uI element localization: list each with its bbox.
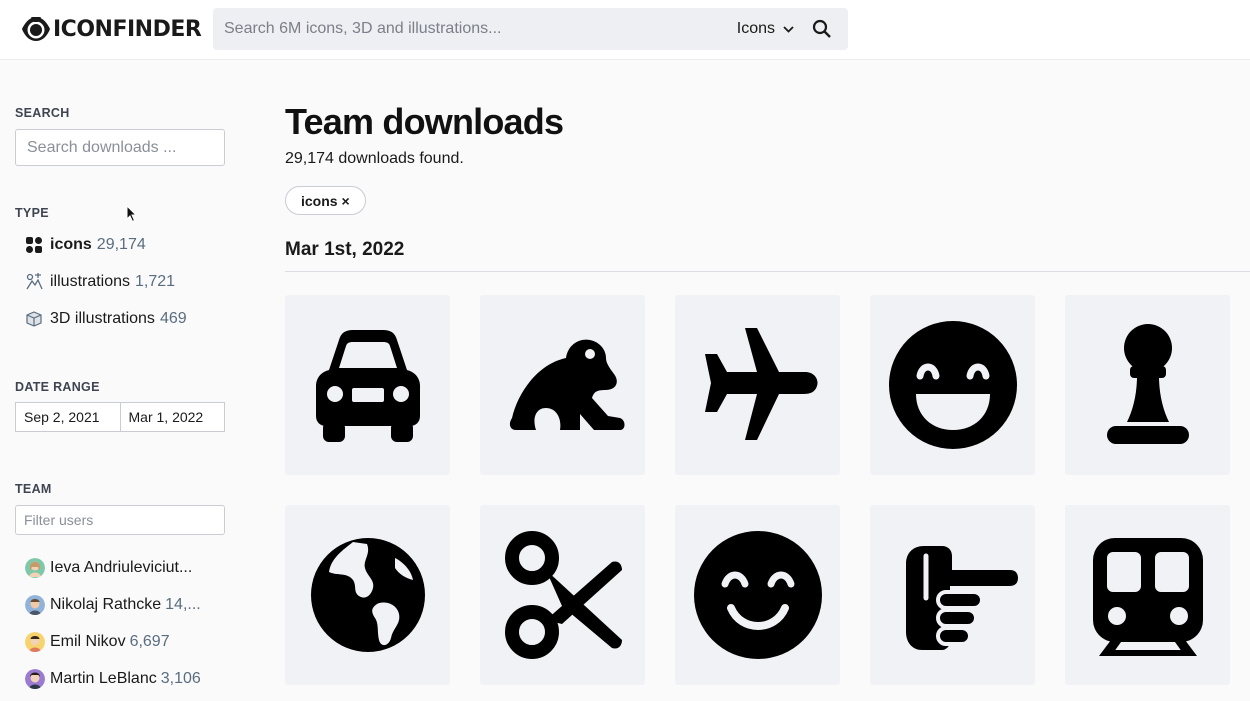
date-divider — [285, 271, 1250, 272]
car-icon — [315, 330, 420, 442]
team-section-label: TEAM — [15, 482, 52, 496]
user-name: Nikolaj Rathcke — [50, 596, 162, 613]
user-count: 6,697 — [129, 633, 170, 650]
search-downloads-input[interactable] — [15, 129, 225, 166]
grid-icon — [25, 236, 43, 254]
logo-text: ICONFINDER — [53, 16, 202, 42]
search-button[interactable] — [810, 17, 834, 41]
scissors-icon — [504, 531, 622, 659]
logo-eye-icon — [22, 17, 50, 41]
train-icon — [1092, 538, 1203, 656]
smile-face-icon — [693, 531, 822, 659]
type-label: 3D illustrations — [50, 310, 155, 327]
chess-pawn-icon — [1106, 324, 1189, 444]
icon-tile[interactable] — [675, 505, 840, 685]
top-header: ICONFINDER Icons — [0, 0, 1250, 60]
icon-tile[interactable] — [1065, 295, 1230, 475]
type-filter-icons[interactable]: icons 29,174 — [25, 236, 146, 254]
icon-tile[interactable] — [285, 505, 450, 685]
type-count: 29,174 — [96, 236, 146, 253]
date-from-field[interactable]: Sep 2, 2021 — [15, 402, 121, 432]
search-type-dropdown[interactable]: Icons — [737, 20, 794, 38]
avatar — [25, 558, 45, 578]
icon-tile[interactable] — [1065, 505, 1230, 685]
icon-tile[interactable] — [870, 295, 1035, 475]
type-label: illustrations — [50, 273, 131, 290]
icon-tile[interactable] — [675, 295, 840, 475]
team-user-item[interactable]: Nikolaj Rathcke 14,... — [25, 595, 230, 615]
user-name: Emil Nikov — [50, 633, 126, 650]
team-user-item[interactable]: Ieva Andriuleviciut... — [25, 558, 230, 578]
global-search-bar: Icons — [213, 8, 848, 50]
team-user-item[interactable]: Emil Nikov 6,697 — [25, 632, 230, 652]
icon-tile[interactable] — [480, 505, 645, 685]
plane-icon — [704, 328, 817, 440]
team-user-item[interactable]: Martin LeBlanc 3,106 — [25, 669, 230, 689]
type-count: 1,721 — [135, 273, 176, 290]
icon-tile[interactable] — [870, 505, 1035, 685]
avatar — [25, 669, 45, 689]
user-name: Ieva Andriuleviciut... — [50, 559, 193, 576]
iconfinder-logo[interactable]: ICONFINDER — [21, 14, 202, 44]
global-search-input[interactable] — [213, 8, 737, 50]
page-title: Team downloads — [285, 101, 564, 142]
search-type-label: Icons — [736, 20, 775, 37]
filter-users-input[interactable] — [15, 505, 225, 535]
search-section-label: SEARCH — [15, 106, 70, 120]
type-filter-3d-illustrations[interactable]: 3D illustrations 469 — [25, 310, 187, 328]
illustration-icon — [25, 273, 43, 291]
user-count: 3,106 — [160, 670, 201, 687]
chevron-down-icon — [783, 25, 794, 33]
date-range-section-label: DATE RANGE — [15, 380, 100, 394]
date-to-field[interactable]: Mar 1, 2022 — [120, 402, 225, 432]
downloads-found-count: 29,174 downloads found. — [285, 150, 464, 167]
globe-icon — [310, 538, 425, 652]
pointing-hand-icon — [905, 546, 1018, 650]
frog-icon — [509, 339, 624, 430]
avatar — [25, 632, 45, 652]
user-count: 14,... — [165, 596, 201, 613]
date-range-picker: Sep 2, 2021 Mar 1, 2022 — [15, 402, 225, 432]
mouse-cursor-icon — [126, 205, 138, 223]
icon-tile[interactable] — [480, 295, 645, 475]
date-group-heading: Mar 1st, 2022 — [285, 239, 405, 260]
type-section-label: TYPE — [15, 206, 49, 220]
cube-icon — [25, 310, 43, 328]
icon-tile[interactable] — [285, 295, 450, 475]
active-filter-chip[interactable]: icons × — [285, 186, 366, 215]
search-icon — [812, 19, 831, 38]
grin-face-icon — [888, 321, 1017, 449]
avatar — [25, 595, 45, 615]
user-name: Martin LeBlanc — [50, 670, 157, 687]
type-count: 469 — [159, 310, 187, 327]
type-label: icons — [50, 236, 92, 253]
type-filter-illustrations[interactable]: illustrations 1,721 — [25, 273, 175, 291]
